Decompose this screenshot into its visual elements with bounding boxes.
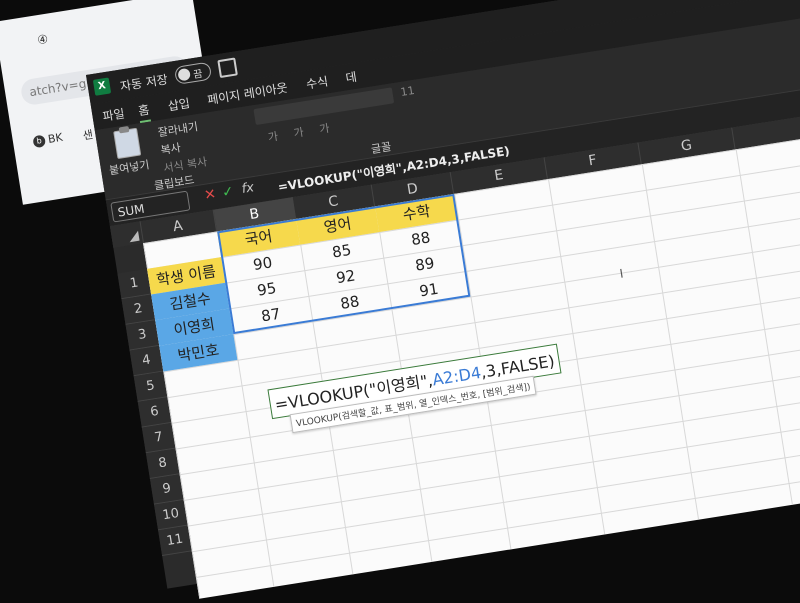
italic-button[interactable]: 가 [292, 124, 305, 141]
browser-tab[interactable]: ④ [36, 32, 49, 48]
enter-icon[interactable]: ✓ [221, 183, 235, 201]
menu-formulas[interactable]: 수식 [305, 72, 329, 92]
autosave-label: 자동 저장 [119, 72, 169, 94]
row-header-11[interactable]: 11 [158, 525, 192, 557]
text-cursor-icon: I [618, 266, 625, 281]
copy-button[interactable]: 복사 [159, 139, 182, 158]
autosave-state: 끔 [192, 68, 204, 82]
select-all-corner[interactable] [109, 221, 144, 248]
bookmark-label: BK [47, 130, 64, 146]
toggle-knob [177, 67, 192, 82]
insert-function-icon[interactable]: fx [241, 180, 255, 197]
menu-file[interactable]: 파일 [101, 105, 126, 125]
font-group-label: 글꼴 [370, 140, 393, 157]
bookmark-second[interactable]: 샌 [82, 126, 95, 143]
bookmark-bk[interactable]: b BK [32, 130, 64, 149]
cut-button[interactable]: 잘라내기 [157, 118, 199, 140]
menu-insert[interactable]: 삽입 [167, 94, 191, 114]
autosave-toggle[interactable]: 끔 [173, 61, 213, 85]
menu-data[interactable]: 데 [344, 68, 358, 87]
menu-home[interactable]: 홈 [136, 100, 152, 124]
bookmark-label: 샌 [81, 127, 94, 143]
paste-button[interactable]: 붙여넣기 [108, 156, 150, 178]
excel-window: X 자동 저장 끔 파일 홈 삽입 페이지 레이아웃 수식 데 붙여넣기 잘라내… [86, 0, 800, 599]
cancel-icon[interactable]: ✕ [203, 186, 217, 204]
bookmark-icon: b [32, 134, 47, 149]
bold-button[interactable]: 가 [267, 128, 280, 145]
save-icon[interactable] [217, 57, 238, 79]
paste-icon[interactable] [113, 127, 142, 160]
excel-app-icon: X [92, 77, 112, 96]
underline-button[interactable]: 가 [318, 120, 331, 137]
font-size-box[interactable]: 11 [400, 84, 416, 99]
